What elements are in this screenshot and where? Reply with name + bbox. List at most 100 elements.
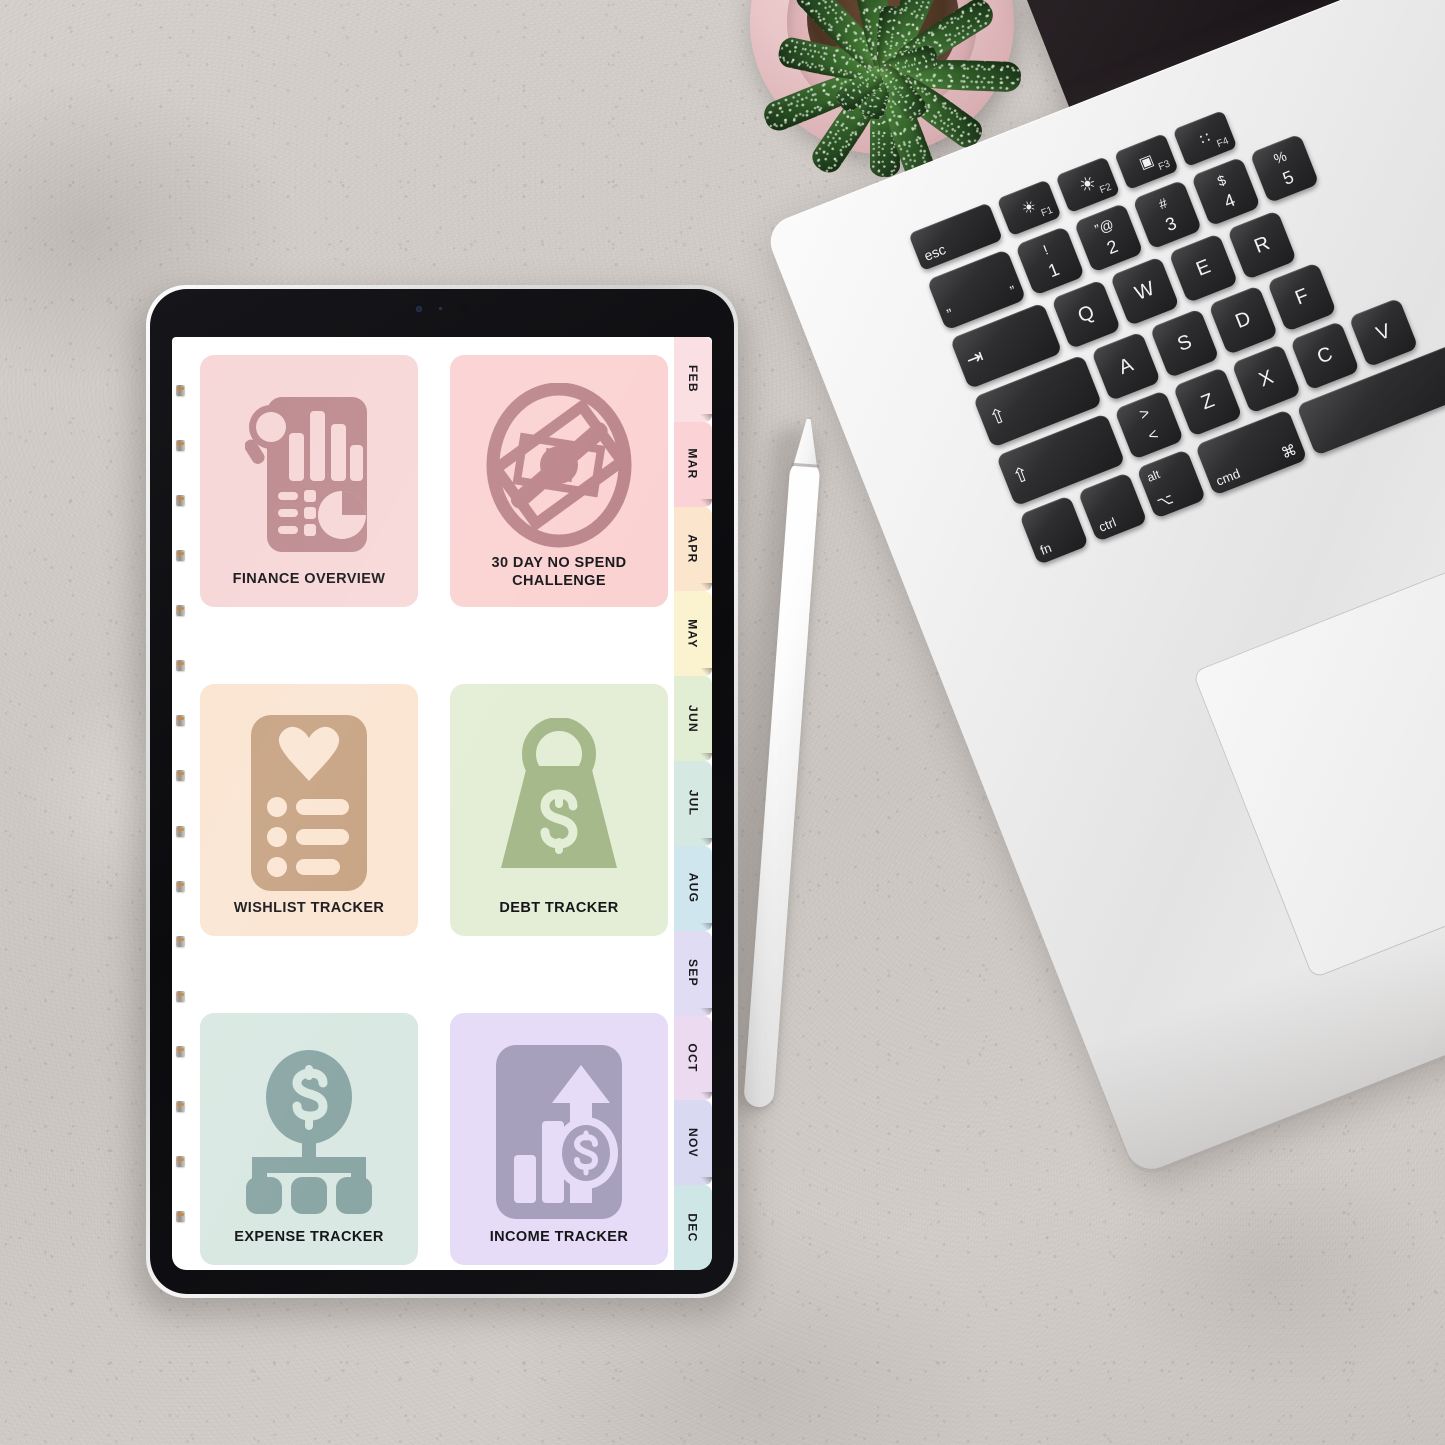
tab-icon: ⇥	[963, 345, 987, 372]
capslock-icon: ⇧	[986, 403, 1010, 431]
option-icon: ⌥	[1154, 489, 1176, 511]
month-tab-aug[interactable]: AUG	[674, 845, 712, 932]
planner-card-no-spend-challenge[interactable]: 30 DAY NO SPEND CHALLENGE	[450, 355, 668, 607]
key-d[interactable]: D	[1208, 285, 1279, 356]
month-tab-sep[interactable]: SEP	[674, 930, 712, 1017]
key-2-bottom: 2	[1103, 235, 1121, 259]
key-2[interactable]: ”@ 2	[1073, 202, 1144, 273]
planner-card-label: 30 DAY NO SPEND CHALLENGE	[492, 554, 627, 593]
key-4-bottom: 4	[1221, 189, 1238, 212]
no-money-icon	[486, 382, 632, 548]
key-2-top: ”@	[1092, 215, 1116, 238]
key-q-label: Q	[1074, 300, 1098, 327]
key-alt-label: alt	[1144, 467, 1162, 485]
key-s[interactable]: S	[1149, 308, 1220, 379]
month-tab-dec[interactable]: DEC	[674, 1185, 712, 1270]
key-c[interactable]: C	[1289, 320, 1360, 391]
planner-content: FINANCE OVERVIEW 30 DAY NO SPEND CHALLENG…	[172, 337, 674, 1270]
key-3-bottom: 3	[1162, 212, 1180, 236]
binding-ring	[176, 935, 185, 947]
key-less-than: <	[1145, 426, 1161, 446]
binding-ring	[176, 495, 185, 507]
month-tab-label: OCT	[685, 1043, 700, 1073]
key-5[interactable]: % 5	[1249, 133, 1320, 204]
binding-ring	[176, 1045, 185, 1057]
key-f[interactable]: F	[1266, 262, 1337, 333]
planner-card-label: INCOME TRACKER	[489, 1229, 629, 1246]
month-tab-apr[interactable]: APR	[674, 506, 712, 593]
key-v[interactable]: V	[1348, 297, 1419, 368]
key-quote-top: ”	[1007, 282, 1019, 299]
expense-hierarchy-icon	[210, 1035, 408, 1228]
key-x[interactable]: X	[1231, 343, 1302, 414]
key-alt[interactable]: alt ⌥	[1136, 448, 1207, 519]
key-c-label: C	[1313, 342, 1336, 369]
month-tab-mar[interactable]: MAR	[674, 421, 712, 508]
key-4[interactable]: $ 4	[1190, 156, 1261, 227]
key-f4-label: F4	[1215, 135, 1231, 150]
month-tab-jun[interactable]: JUN	[674, 676, 712, 762]
key-fn-label: fn	[1037, 539, 1054, 558]
planner-card-label-line2: CHALLENGE	[512, 573, 606, 590]
key-5-bottom: 5	[1279, 166, 1297, 189]
tablet-screen[interactable]: FINANCE OVERVIEW 30 DAY NO SPEND CHALLENG…	[172, 337, 712, 1270]
month-tab-may[interactable]: MAY	[674, 591, 712, 678]
key-d-label: D	[1232, 306, 1254, 333]
binding-ring	[176, 660, 185, 672]
brightness-down-icon: ☀	[1019, 197, 1040, 219]
month-tab-label: SEP	[685, 959, 700, 988]
planner-card-expense-tracker[interactable]: EXPENSE TRACKER	[200, 1013, 418, 1265]
key-r[interactable]: R	[1226, 210, 1298, 281]
month-tab-oct[interactable]: OCT	[674, 1015, 712, 1102]
planner-card-finance-overview[interactable]: FINANCE OVERVIEW	[200, 355, 418, 607]
month-tab-label: MAY	[686, 619, 700, 649]
planner-card-income-tracker[interactable]: INCOME TRACKER	[450, 1013, 668, 1265]
key-esc-label: esc	[921, 241, 948, 264]
key-5-top: %	[1271, 147, 1289, 168]
month-tab-label: FEB	[686, 365, 700, 394]
binding-ring	[176, 990, 185, 1002]
month-tab-label: MAR	[685, 448, 700, 480]
binding-ring	[176, 1210, 185, 1222]
income-growth-icon	[460, 1035, 658, 1228]
key-w-label: W	[1131, 277, 1158, 305]
key-3[interactable]: # 3	[1132, 179, 1203, 250]
planner-card-label-line1: 30 DAY NO SPEND	[491, 554, 627, 571]
key-w[interactable]: W	[1109, 256, 1180, 327]
key-angle-brackets[interactable]: > <	[1114, 389, 1185, 460]
month-tab-label: APR	[686, 534, 700, 564]
key-v-label: V	[1373, 319, 1394, 345]
key-e[interactable]: E	[1168, 233, 1239, 304]
key-ctrl[interactable]: ctrl	[1077, 471, 1148, 543]
binding-ring	[176, 605, 185, 617]
planner-card-label: FINANCE OVERVIEW	[232, 571, 386, 588]
planner-card-label: DEBT TRACKER	[499, 900, 619, 917]
month-tab-nov[interactable]: NOV	[674, 1100, 712, 1186]
key-1[interactable]: ! 1	[1015, 225, 1086, 296]
month-tab-jul[interactable]: JUL	[674, 761, 712, 847]
planner-card-grid[interactable]: FINANCE OVERVIEW 30 DAY NO SPEND CHALLENG…	[200, 355, 668, 1265]
shift-icon: ⇧	[1009, 462, 1034, 490]
front-camera	[416, 304, 468, 313]
planner-card-debt-tracker[interactable]: DEBT TRACKER	[450, 684, 668, 936]
key-q[interactable]: Q	[1051, 279, 1122, 350]
planner-card-wishlist-tracker[interactable]: WISHLIST TRACKER	[200, 684, 418, 936]
key-a[interactable]: A	[1090, 331, 1162, 402]
income-growth-icon	[496, 1044, 622, 1219]
key-f-label: F	[1291, 284, 1312, 310]
mission-control-icon: ▣	[1136, 151, 1157, 173]
key-3-top: #	[1156, 194, 1170, 213]
key-s-label: S	[1174, 330, 1195, 356]
key-1-bottom: 1	[1045, 258, 1063, 282]
month-tab-feb[interactable]: FEB	[674, 337, 712, 423]
key-e-label: E	[1192, 254, 1214, 281]
laptop: esc ☀ F1 ☀ F2 ▣ F3 ∷ F4 ” ” ! 1 ”@ 2 # 3…	[763, 0, 1445, 1181]
binding-ring	[176, 1155, 185, 1167]
camera-lens-icon	[416, 305, 422, 312]
key-z[interactable]: Z	[1172, 366, 1243, 437]
month-tab-strip[interactable]: FEB MAR APR MAY JUN JUL AUG SEP OCT NOV DEC	[674, 337, 712, 1270]
debt-weight-icon	[501, 717, 617, 868]
launchpad-icon: ∷	[1197, 129, 1213, 149]
planner-page: FINANCE OVERVIEW 30 DAY NO SPEND CHALLENG…	[172, 337, 712, 1270]
binding-ring	[176, 715, 185, 727]
